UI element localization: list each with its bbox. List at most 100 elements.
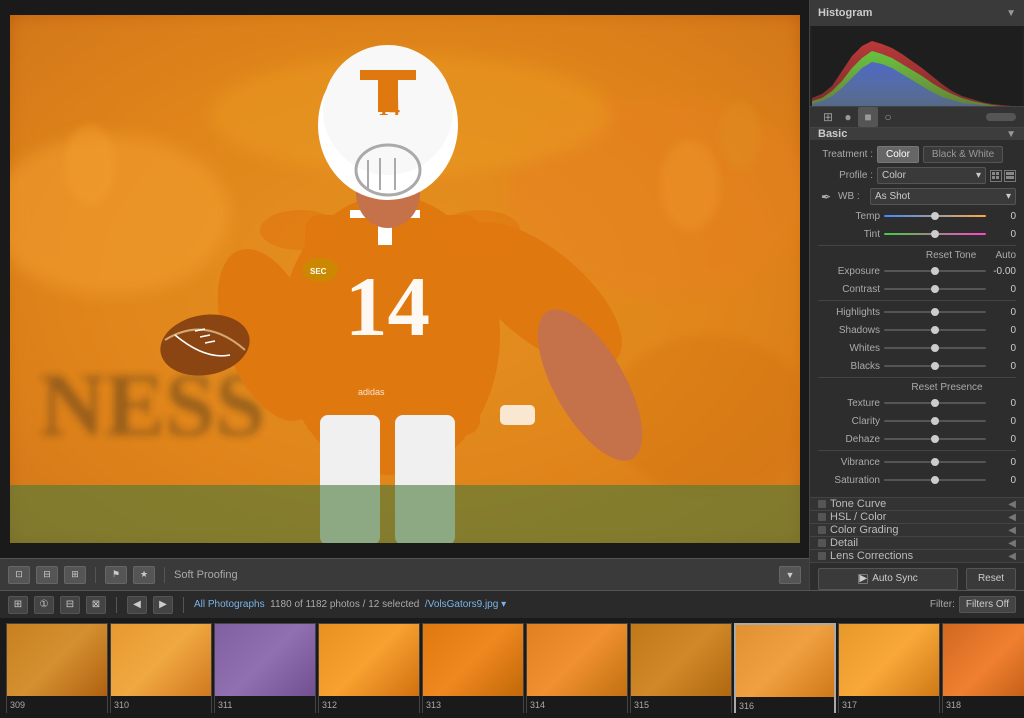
tone-curve-arrow: ◀ <box>1008 499 1016 510</box>
wb-label: WB : <box>838 191 866 202</box>
filmstrip-item-311[interactable]: 311 <box>214 623 316 713</box>
autosync-btn[interactable]: ▶ Auto Sync <box>818 568 958 590</box>
highlights-label: Highlights <box>818 307 880 318</box>
temp-thumb[interactable] <box>931 212 939 220</box>
grid-view-btn[interactable]: ⊞ <box>8 596 28 614</box>
filmstrip-item-315[interactable]: 315 <box>630 623 732 713</box>
zoom-in-btn[interactable]: ▼ <box>779 566 801 584</box>
tint-thumb[interactable] <box>931 230 939 238</box>
exposure-thumb[interactable] <box>931 267 939 275</box>
highlights-slider[interactable] <box>884 305 986 319</box>
filmstrip-item-314[interactable]: 314 <box>526 623 628 713</box>
temp-slider[interactable] <box>884 209 986 223</box>
tone-curve-section[interactable]: Tone Curve ◀ <box>810 497 1024 510</box>
view-mode-survey-btn[interactable]: ⊞ <box>64 566 86 584</box>
clarity-label: Clarity <box>818 416 880 427</box>
reset-tone-label: Reset Tone <box>907 250 996 261</box>
view-mode-single-btn[interactable]: ⊡ <box>8 566 30 584</box>
eyedropper-tool[interactable]: ✒ <box>818 189 834 205</box>
radial-filter[interactable]: ○ <box>878 107 898 127</box>
bw-btn[interactable]: Black & White <box>923 146 1003 163</box>
blacks-thumb[interactable] <box>931 362 939 370</box>
histogram-toggle: ▼ <box>1006 8 1016 19</box>
dehaze-thumb[interactable] <box>931 435 939 443</box>
detail-label: Detail <box>830 537 858 549</box>
vibrance-slider[interactable] <box>884 455 986 469</box>
texture-slider[interactable] <box>884 396 986 410</box>
contrast-row: Contrast 0 <box>818 282 1016 296</box>
histogram-header[interactable]: Histogram ▼ <box>810 0 1024 26</box>
filmstrip-item-316[interactable]: 316 <box>734 623 836 713</box>
svg-text:adidas: adidas <box>358 387 385 397</box>
vibrance-value: 0 <box>990 457 1016 468</box>
clarity-thumb[interactable] <box>931 417 939 425</box>
next-btn[interactable]: ▶ <box>153 596 173 614</box>
filmstrip-item-317[interactable]: 317 <box>838 623 940 713</box>
flag-btn[interactable]: ⚑ <box>105 566 127 584</box>
filmstrip-item-309[interactable]: 309 <box>6 623 108 713</box>
detail-section[interactable]: Detail ◀ <box>810 536 1024 549</box>
divider-4 <box>818 450 1016 451</box>
filmstrip-info: All Photographs 1180 of 1182 photos / 12… <box>194 599 924 610</box>
dehaze-slider[interactable] <box>884 432 986 446</box>
crop-tool[interactable]: ⊞ <box>818 107 838 127</box>
adjustment-brush[interactable]: ■ <box>858 107 878 127</box>
list-view-btn[interactable] <box>1004 170 1016 182</box>
filmstrip-navigation-bar: ⊞ ① ⊟ ⊠ ◀ ▶ All Photographs 1180 of 1182… <box>0 590 1024 618</box>
grid-icons <box>990 170 1016 182</box>
texture-label: Texture <box>818 398 880 409</box>
shadows-row: Shadows 0 <box>818 323 1016 337</box>
contrast-value: 0 <box>990 284 1016 295</box>
dehaze-value: 0 <box>990 434 1016 445</box>
texture-thumb[interactable] <box>931 399 939 407</box>
saturation-value: 0 <box>990 475 1016 486</box>
hsl-arrow: ◀ <box>1008 512 1016 523</box>
histogram-display <box>810 26 1024 106</box>
reset-presence-row: Reset Presence <box>818 382 1016 393</box>
profile-dropdown[interactable]: Color ▾ <box>877 167 986 184</box>
star-btn[interactable]: ★ <box>133 566 155 584</box>
loupe-view-btn[interactable]: ① <box>34 596 54 614</box>
blacks-slider[interactable] <box>884 359 986 373</box>
profile-row: Profile : Color ▾ <box>818 167 1016 184</box>
filmstrip-item-312[interactable]: 312 <box>318 623 420 713</box>
hsl-color-section[interactable]: HSL / Color ◀ <box>810 510 1024 523</box>
shadows-thumb[interactable] <box>931 326 939 334</box>
filter-dropdown[interactable]: Filters Off <box>959 596 1016 613</box>
all-photographs-label[interactable]: All Photographs <box>194 599 265 610</box>
tone-curve-indicator <box>818 500 826 508</box>
contrast-thumb[interactable] <box>931 285 939 293</box>
grid-view-btn[interactable] <box>990 170 1002 182</box>
filmstrip-item-310[interactable]: 310 <box>110 623 212 713</box>
color-grading-section[interactable]: Color Grading ◀ <box>810 523 1024 536</box>
panel-slider[interactable] <box>986 113 1016 121</box>
temp-value: 0 <box>990 211 1016 222</box>
filmstrip-item-313[interactable]: 313 <box>422 623 524 713</box>
wb-dropdown[interactable]: As Shot ▾ <box>870 188 1016 205</box>
filmstrip-item-318[interactable]: 318 <box>942 623 1024 713</box>
exposure-slider[interactable] <box>884 264 986 278</box>
shadows-slider[interactable] <box>884 323 986 337</box>
saturation-slider[interactable] <box>884 473 986 487</box>
whites-slider[interactable] <box>884 341 986 355</box>
prev-btn[interactable]: ◀ <box>127 596 147 614</box>
compare-view-btn[interactable]: ⊟ <box>60 596 80 614</box>
tint-label: Tint <box>818 229 880 240</box>
healing-tool[interactable]: ● <box>838 107 858 127</box>
highlights-thumb[interactable] <box>931 308 939 316</box>
survey-view-btn[interactable]: ⊠ <box>86 596 106 614</box>
clarity-slider[interactable] <box>884 414 986 428</box>
color-grading-indicator <box>818 526 826 534</box>
contrast-slider[interactable] <box>884 282 986 296</box>
auto-label[interactable]: Auto <box>995 250 1016 261</box>
reset-btn[interactable]: Reset <box>966 568 1016 590</box>
color-btn[interactable]: Color <box>877 146 919 163</box>
whites-thumb[interactable] <box>931 344 939 352</box>
view-mode-compare-btn[interactable]: ⊟ <box>36 566 58 584</box>
basic-header[interactable]: Basic ▼ <box>810 128 1024 140</box>
tint-slider[interactable] <box>884 227 986 241</box>
vibrance-thumb[interactable] <box>931 458 939 466</box>
lens-corrections-section[interactable]: Lens Corrections ◀ <box>810 549 1024 562</box>
tools-row: ⊞ ● ■ ○ <box>810 107 1024 128</box>
saturation-thumb[interactable] <box>931 476 939 484</box>
